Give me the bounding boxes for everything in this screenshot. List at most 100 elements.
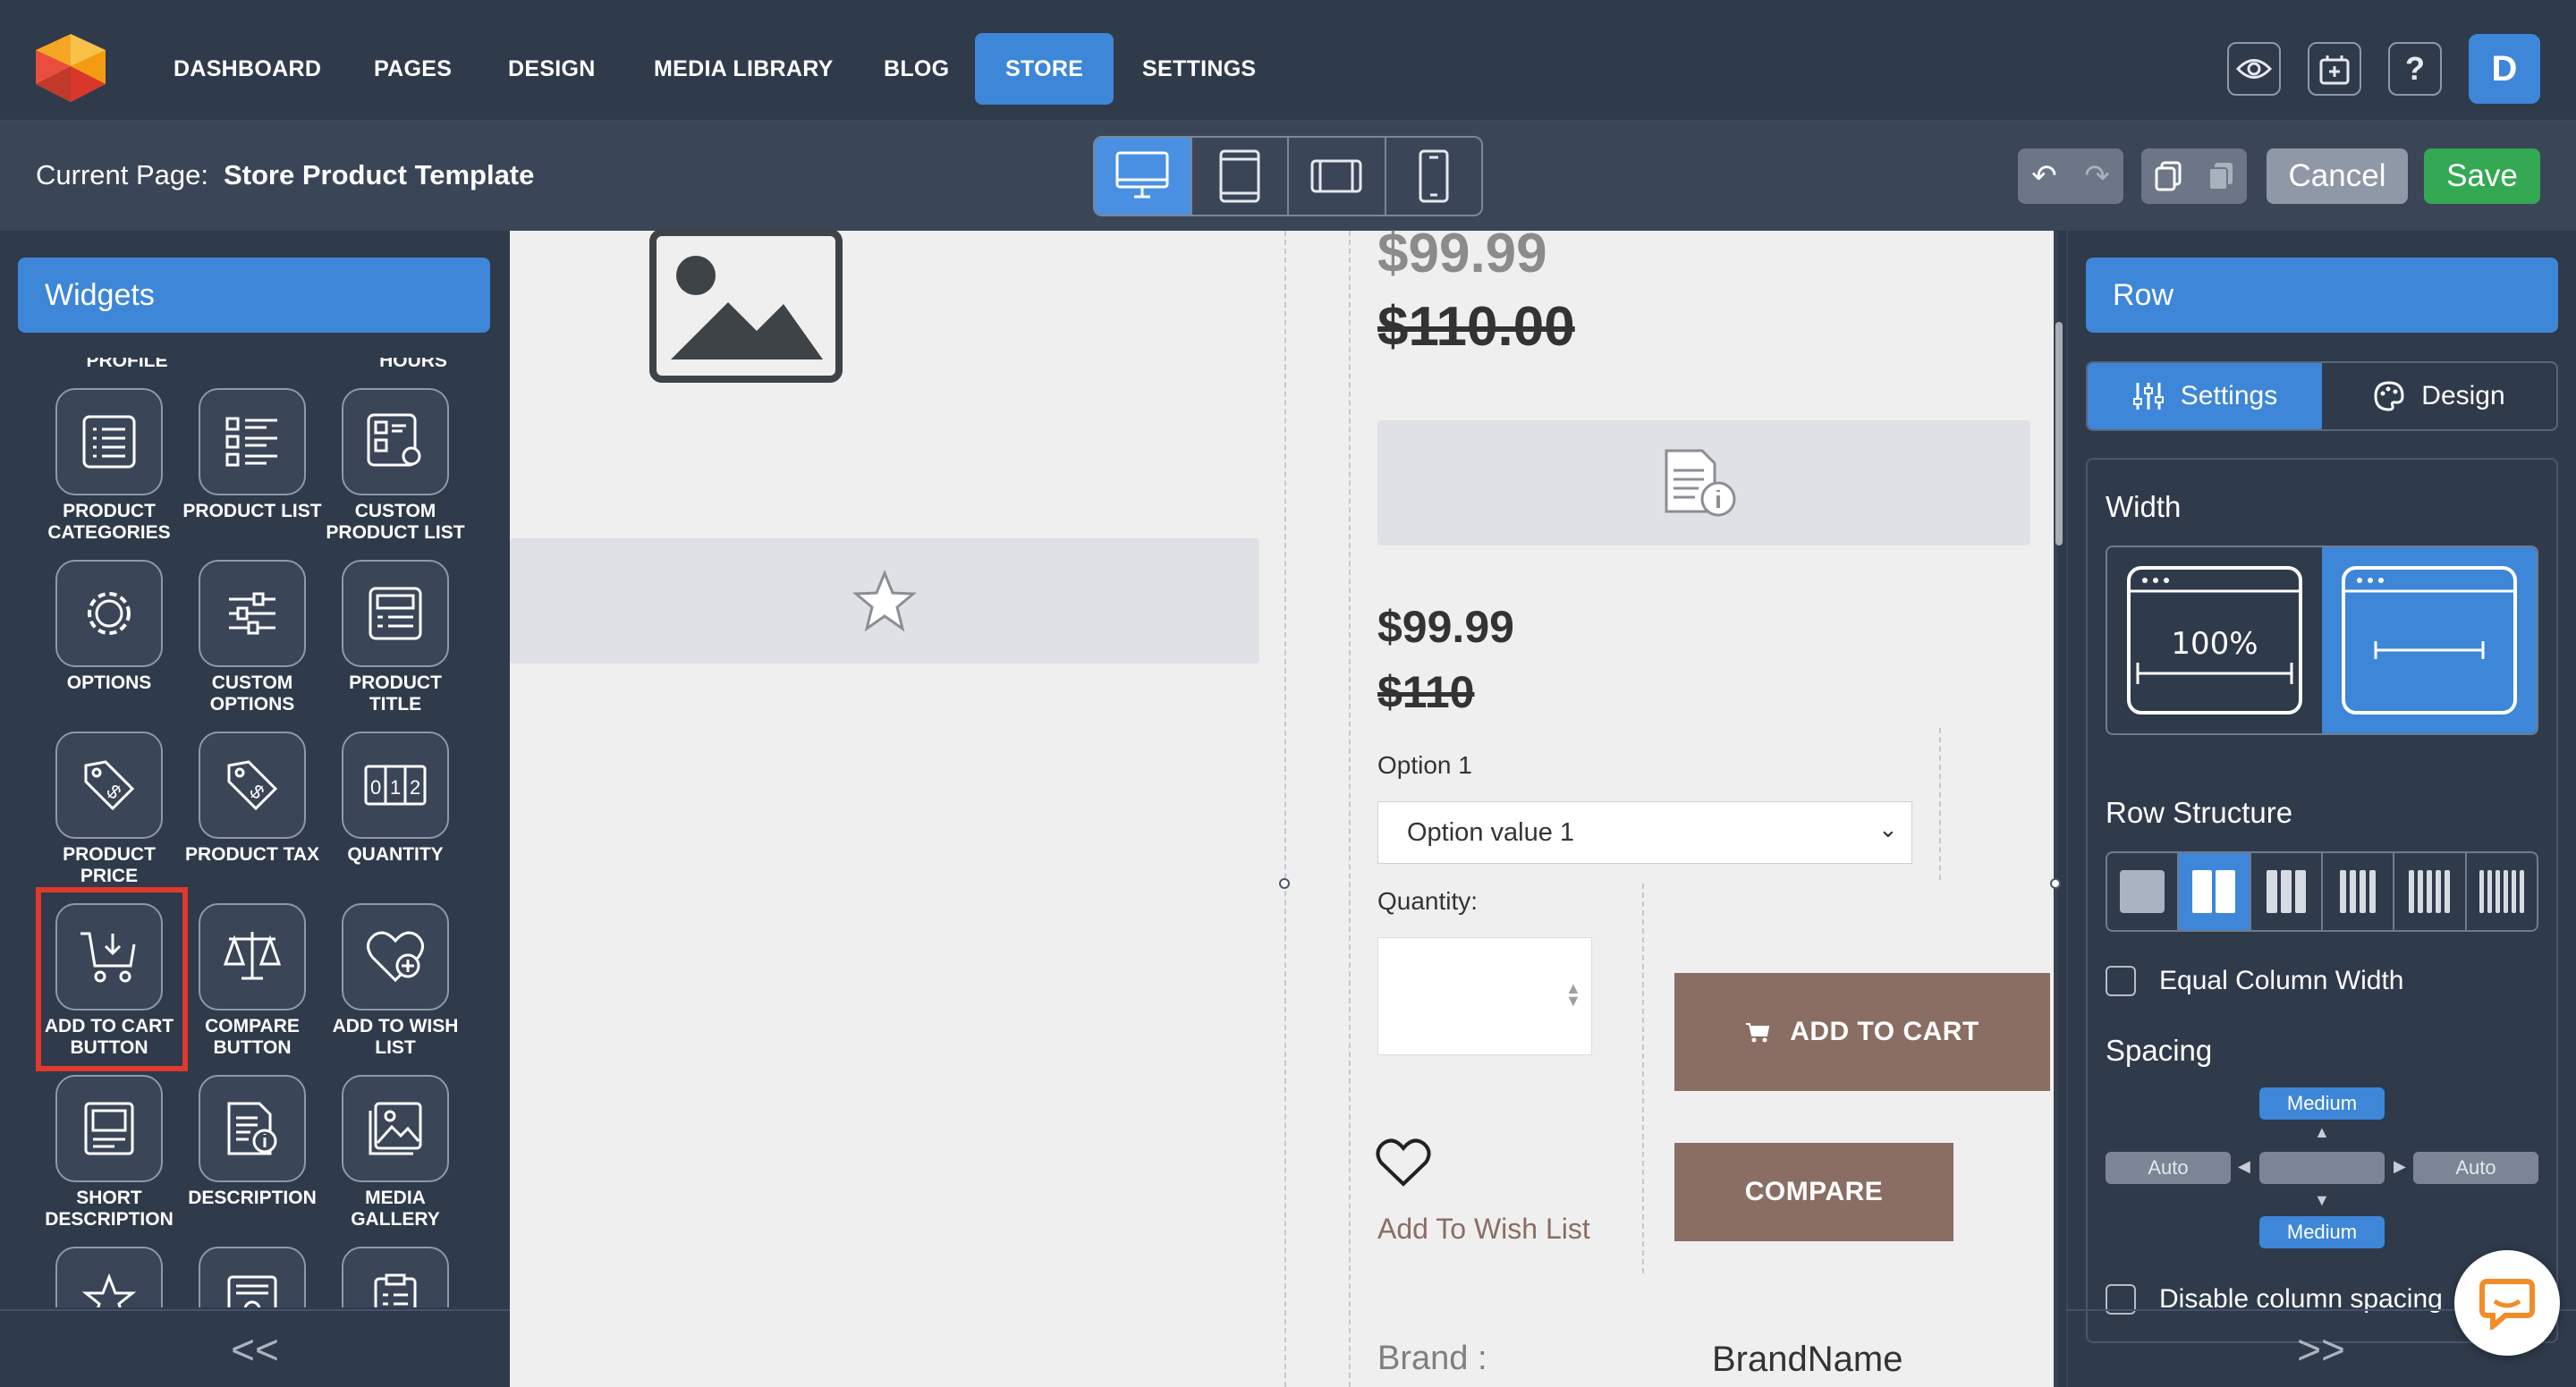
widget-partial[interactable] [181, 1247, 324, 1307]
wishlist-widget-placeholder[interactable] [510, 538, 1259, 664]
tab-settings[interactable]: Settings [2088, 363, 2322, 429]
width-full-option[interactable]: 100% [2107, 547, 2322, 733]
widget-options[interactable]: OPTIONS [38, 560, 181, 694]
nav-media-library[interactable]: MEDIA LIBRARY [623, 33, 864, 105]
widget-partial[interactable] [324, 1247, 467, 1307]
list-icon [55, 388, 163, 495]
widget-media-gallery[interactable]: MEDIA GALLERY [324, 1075, 467, 1231]
structure-2-col[interactable] [2179, 853, 2251, 930]
add-to-cart-button[interactable]: ADD TO CART [1674, 973, 2050, 1091]
collapse-left-panel-icon[interactable]: << [0, 1309, 510, 1387]
preview-eye-icon[interactable] [2227, 42, 2281, 96]
quantity-stepper-icon[interactable]: ▲ ▼ [1565, 980, 1581, 1009]
widget-label: COMPARE BUTTON [205, 1016, 300, 1058]
price-tag-icon: $ [55, 732, 163, 839]
add-page-icon[interactable] [2308, 42, 2361, 96]
heart-plus-icon [342, 903, 449, 1011]
widget-label: CUSTOM PRODUCT LIST [326, 501, 465, 543]
nav-settings[interactable]: SETTINGS [1112, 33, 1286, 105]
widget-product-tax[interactable]: $ PRODUCT TAX [181, 732, 324, 866]
user-avatar[interactable]: D [2469, 34, 2540, 104]
widget-description[interactable]: DESCRIPTION [181, 1075, 324, 1209]
structure-1-col[interactable] [2107, 853, 2180, 930]
compare-button[interactable]: COMPARE [1674, 1143, 1953, 1241]
tab-design[interactable]: Design [2322, 363, 2556, 429]
widget-compare-button[interactable]: COMPARE BUTTON [181, 903, 324, 1059]
product-regular-price: $110 [1377, 667, 1475, 717]
logo-icon[interactable] [32, 30, 109, 106]
heart-icon[interactable] [1374, 1136, 1433, 1194]
widget-partial[interactable] [38, 1247, 181, 1307]
widget-custom-options[interactable]: CUSTOM OPTIONS [181, 560, 324, 715]
widget-label: PRODUCT TITLE [349, 672, 442, 715]
widget-add-to-wish-list[interactable]: ADD TO WISH LIST [324, 903, 467, 1059]
nav-pages[interactable]: PAGES [343, 33, 482, 105]
add-to-wish-list-link[interactable]: Add To Wish List [1377, 1213, 1590, 1246]
mobile-view-icon[interactable] [1386, 138, 1482, 215]
widget-grid[interactable]: PROFILE HOURS PRODUCT CATEGORIES PRODUCT… [18, 358, 490, 1307]
copy-icon[interactable] [2141, 161, 2194, 191]
structure-6-col[interactable] [2467, 853, 2537, 930]
save-button[interactable]: Save [2424, 148, 2540, 204]
product-sale-price: $99.99 [1377, 602, 1514, 652]
current-page-label: Current Page: [36, 159, 208, 190]
canvas-scrollbar[interactable] [2055, 322, 2063, 545]
option-select[interactable]: Option value 1 [1377, 801, 1912, 864]
image-placeholder-icon[interactable] [649, 229, 843, 387]
widget-product-price[interactable]: $ PRODUCT PRICE [38, 732, 181, 887]
desktop-view-icon[interactable] [1095, 138, 1192, 215]
widget-product-categories[interactable]: PRODUCT CATEGORIES [38, 388, 181, 544]
column-guide [1284, 231, 1286, 1387]
widget-custom-product-list[interactable]: CUSTOM PRODUCT LIST [324, 388, 467, 544]
equal-width-checkbox[interactable] [2106, 966, 2136, 996]
widget-label: ADD TO WISH LIST [332, 1016, 459, 1058]
nav-dashboard[interactable]: DASHBOARD [143, 33, 352, 105]
widget-label-partial: PROFILE [86, 358, 168, 371]
widget-product-title[interactable]: PRODUCT TITLE [324, 560, 467, 715]
quantity-label: Quantity: [1377, 887, 1479, 915]
spacing-top-select[interactable]: Medium [2259, 1087, 2385, 1120]
star-icon [852, 570, 917, 632]
widget-product-list[interactable]: PRODUCT LIST [181, 388, 324, 522]
add-to-cart-label: ADD TO CART [1790, 1017, 1979, 1046]
row-structure-options [2106, 851, 2538, 932]
scale-icon [199, 903, 306, 1011]
gear-icon [55, 560, 163, 667]
help-icon[interactable]: ? [2388, 42, 2442, 96]
paste-icon[interactable] [2194, 161, 2247, 191]
spacing-bottom-select[interactable]: Medium [2259, 1216, 2385, 1248]
widget-quantity[interactable]: 012 QUANTITY [324, 732, 467, 866]
structure-4-col[interactable] [2323, 853, 2395, 930]
cancel-button[interactable]: Cancel [2267, 148, 2408, 204]
title-icon [342, 560, 449, 667]
spacing-right-select[interactable]: Auto [2413, 1152, 2538, 1184]
widget-short-description[interactable]: SHORT DESCRIPTION [38, 1075, 181, 1231]
redo-icon[interactable]: ↷ [2071, 158, 2123, 194]
undo-icon[interactable]: ↶ [2018, 158, 2071, 194]
arrow-down-icon: ▼ [2314, 1191, 2330, 1209]
description-widget-placeholder[interactable] [1377, 420, 2030, 545]
quantity-input[interactable] [1377, 937, 1592, 1055]
spacing-left-select[interactable]: Auto [2106, 1152, 2231, 1184]
structure-5-col[interactable] [2394, 853, 2467, 930]
tablet-portrait-icon[interactable] [1192, 138, 1289, 215]
nav-design[interactable]: DESIGN [478, 33, 626, 105]
resize-handle[interactable] [2050, 878, 2061, 889]
star-icon [55, 1247, 163, 1307]
nav-blog[interactable]: BLOG [853, 33, 979, 105]
width-boxed-option[interactable] [2322, 547, 2537, 733]
doc-info-icon [199, 1075, 306, 1182]
chat-support-icon[interactable] [2454, 1250, 2560, 1356]
history-group: ↶ ↷ [2018, 148, 2123, 204]
brand-value: BrandName [1712, 1340, 1903, 1379]
resize-handle[interactable] [1279, 878, 1290, 889]
clipboard-icon [342, 1247, 449, 1307]
tablet-landscape-icon[interactable] [1289, 138, 1386, 215]
brand-label: Brand : [1377, 1340, 1487, 1377]
nav-store[interactable]: STORE [975, 33, 1114, 105]
spacing-title: Spacing [2106, 1034, 2213, 1067]
widget-label: PRODUCT PRICE [63, 844, 156, 886]
structure-3-col[interactable] [2251, 853, 2323, 930]
column-guide [1349, 231, 1351, 1387]
custom-list-icon [342, 388, 449, 495]
